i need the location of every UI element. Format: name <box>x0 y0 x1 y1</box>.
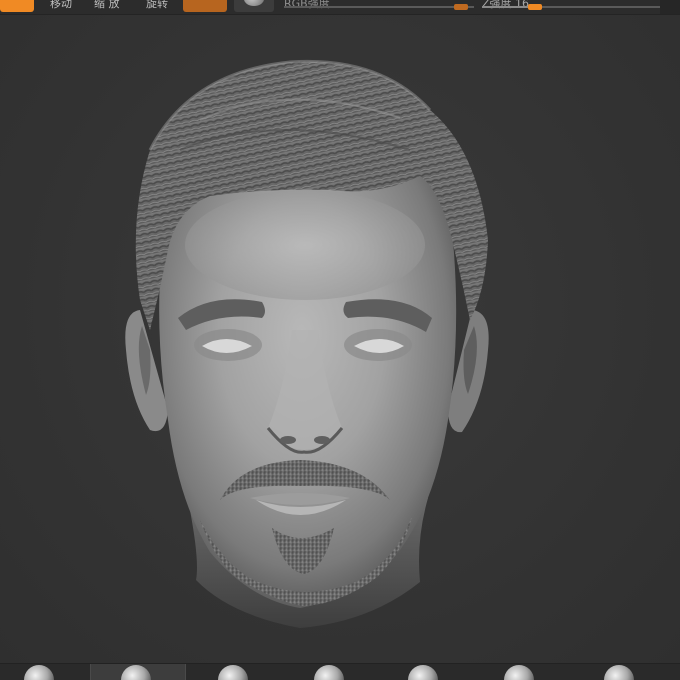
smooth-brush-icon[interactable] <box>304 664 354 680</box>
z-intensity-knob[interactable] <box>528 4 542 10</box>
pinch-brush-icon[interactable] <box>398 664 448 680</box>
standard-brush-icon[interactable] <box>14 664 64 680</box>
document-canvas[interactable] <box>0 15 680 663</box>
move-brush-icon[interactable] <box>208 664 258 680</box>
rotate-button[interactable]: 旋转 <box>146 0 168 11</box>
inflate-brush-icon[interactable] <box>494 664 544 680</box>
sculpt-model[interactable] <box>0 15 680 663</box>
rgb-intensity-knob[interactable] <box>454 4 468 10</box>
move-button[interactable]: 移动 <box>50 0 72 11</box>
toolbar-edge <box>660 0 680 14</box>
brush-shelf <box>0 663 680 680</box>
clay-brush-icon[interactable] <box>90 664 186 680</box>
scale-button[interactable]: 缩 放 <box>94 0 120 11</box>
top-toolbar: 移动 缩 放 旋转 RGB强度 Z强度 16 <box>0 0 680 15</box>
z-intensity-fill <box>482 6 530 8</box>
rgb-intensity-slider[interactable] <box>284 6 474 8</box>
material-button[interactable] <box>234 0 274 12</box>
zbrush-app: 移动 缩 放 旋转 RGB强度 Z强度 16 <box>0 0 680 680</box>
draw-mode-button[interactable] <box>0 0 34 12</box>
material-sphere-icon <box>244 0 264 6</box>
current-brush-button[interactable] <box>183 0 227 12</box>
dam-standard-brush-icon[interactable] <box>594 664 644 680</box>
